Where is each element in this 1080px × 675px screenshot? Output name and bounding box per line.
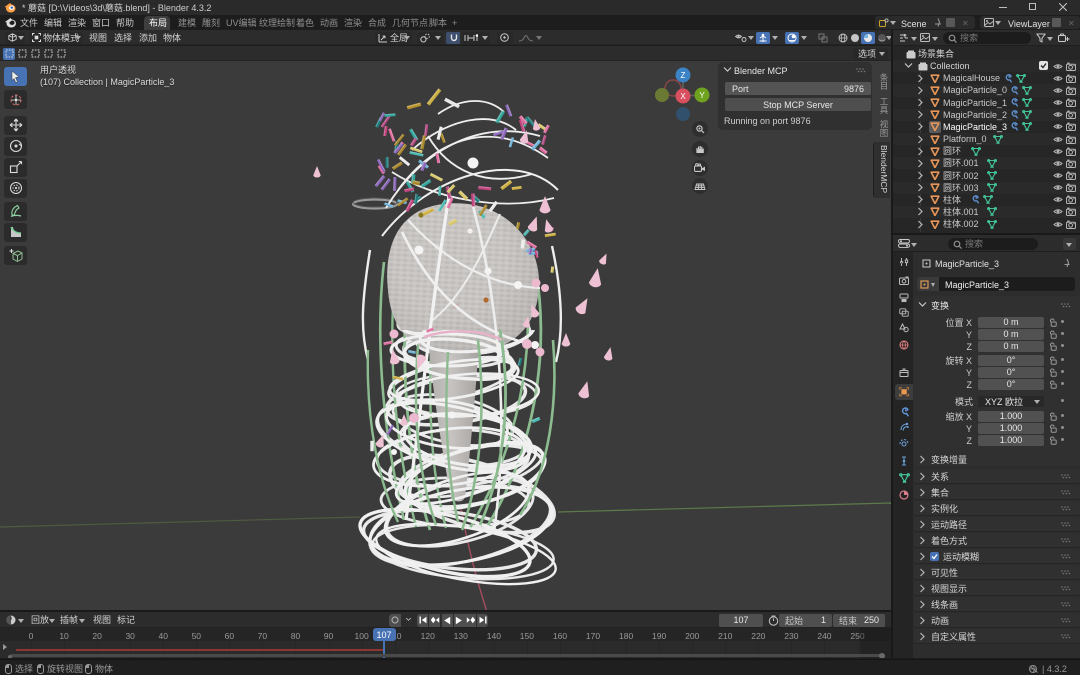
svg-text:Z: Z	[681, 71, 686, 80]
svg-text:X: X	[680, 92, 686, 101]
svg-text:Y: Y	[699, 91, 705, 100]
